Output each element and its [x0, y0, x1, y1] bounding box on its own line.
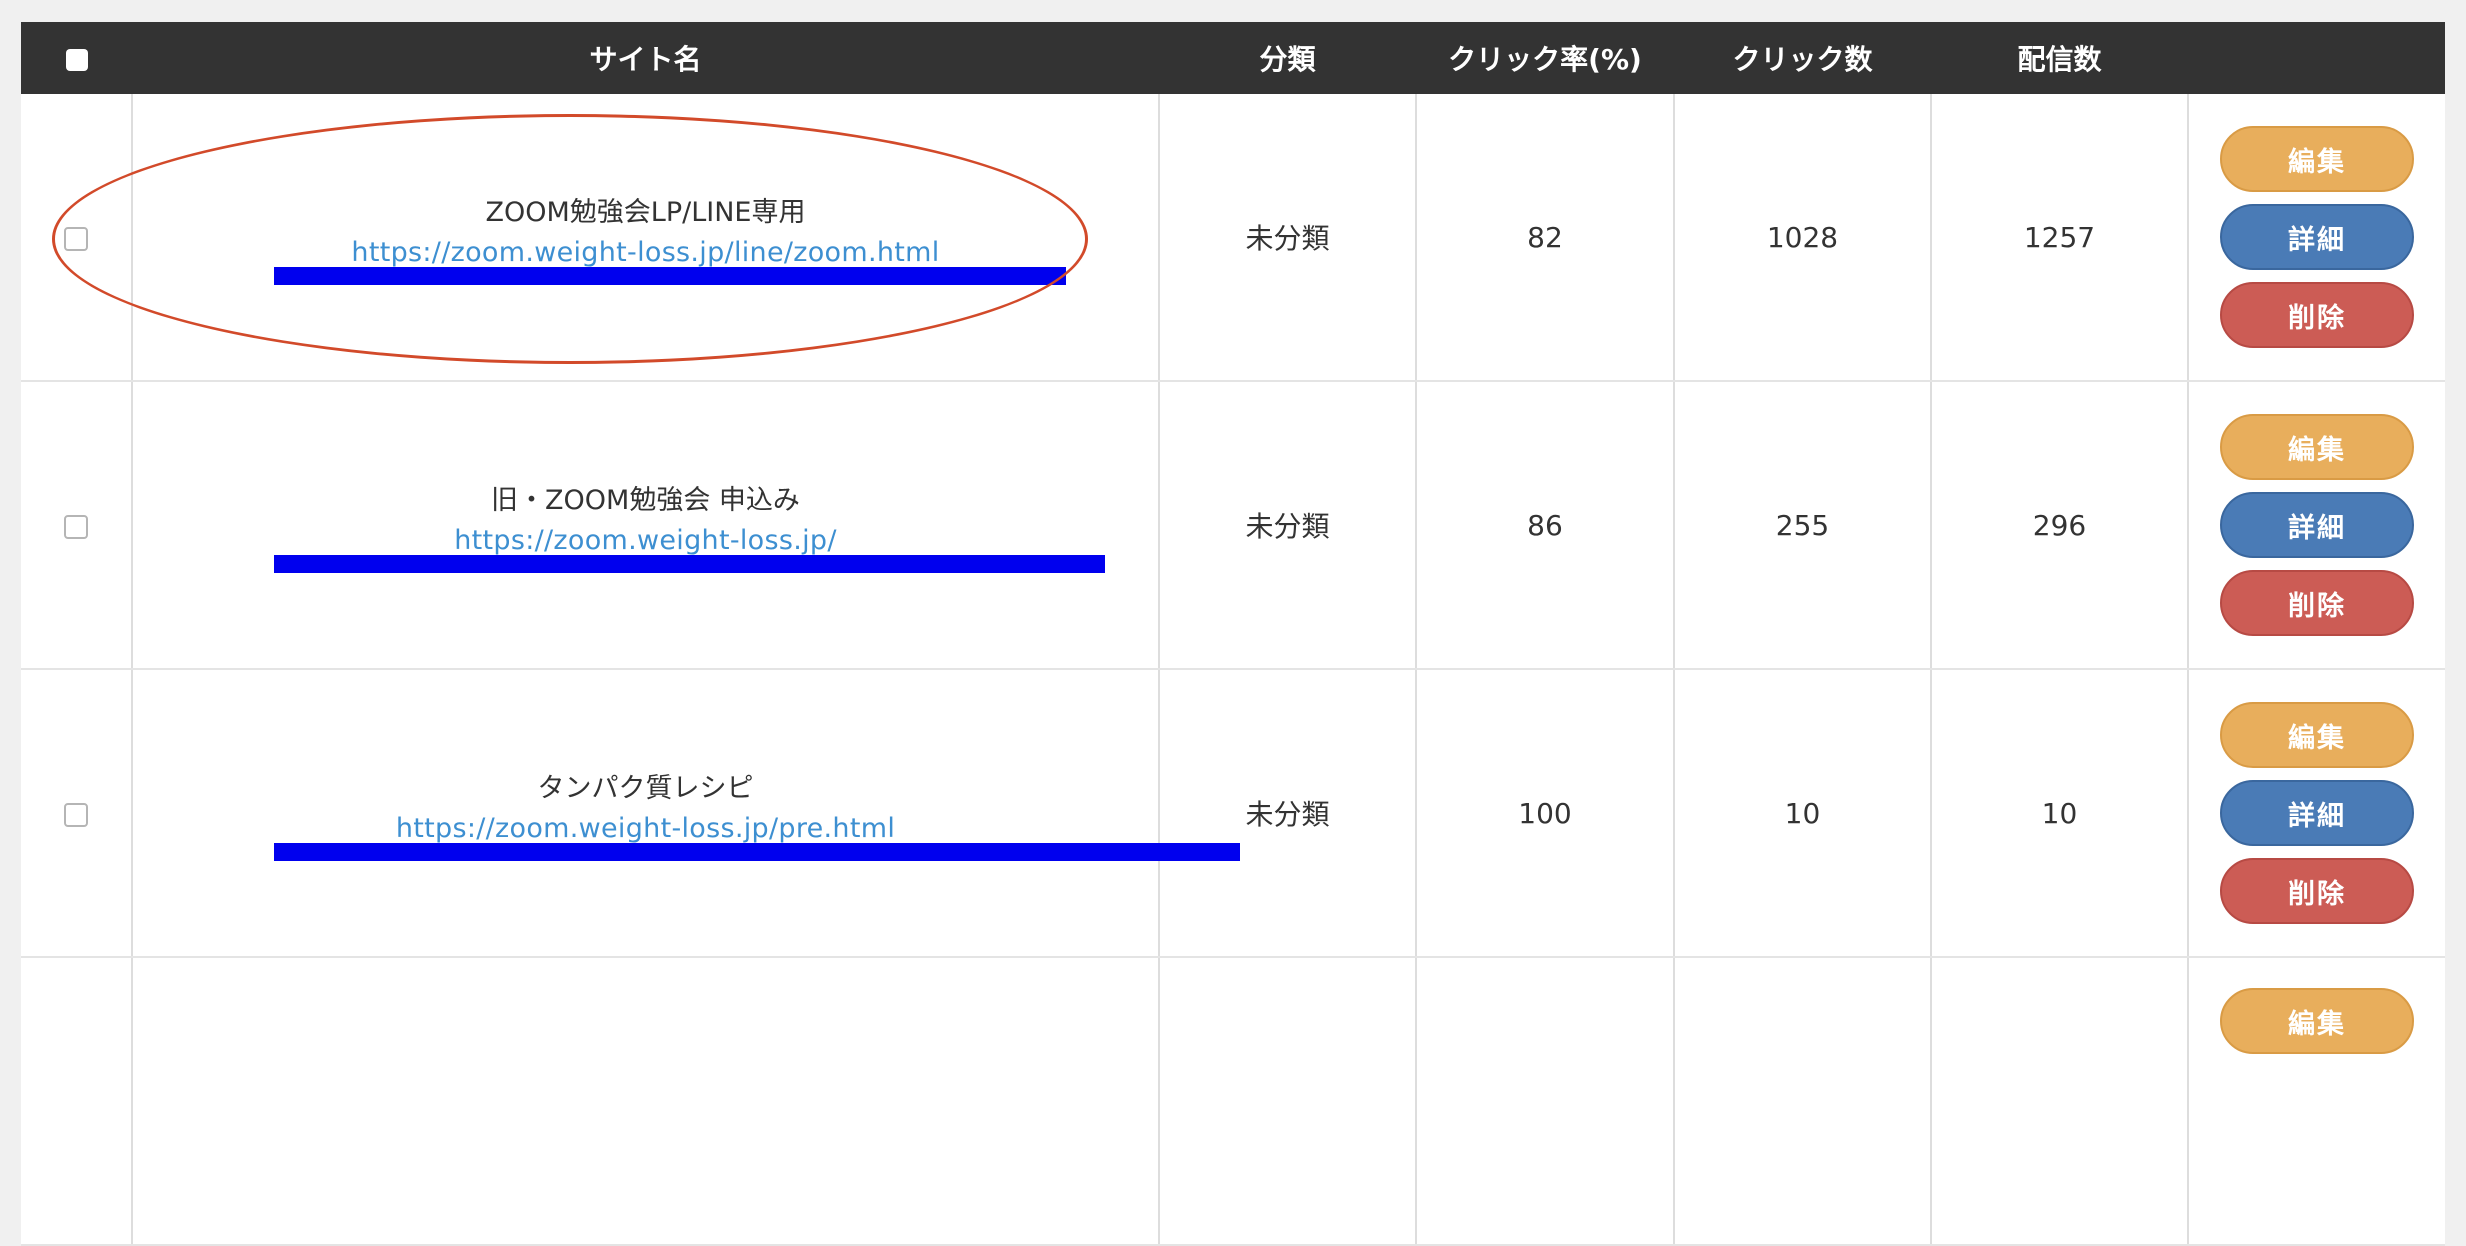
click-rate-cell [1416, 957, 1675, 1246]
table-row: タンパク質レシピ https://zoom.weight-loss.jp/pre… [21, 669, 2445, 958]
redaction-bar [274, 555, 1105, 573]
table-row: 旧・ZOOM勉強会 申込み https://zoom.weight-loss.j… [21, 381, 2445, 670]
site-name: タンパク質レシピ [537, 773, 754, 804]
select-all-checkbox[interactable] [65, 48, 88, 71]
clicks-cell: 255 [1674, 381, 1932, 670]
deliveries-cell: 296 [1931, 381, 2189, 670]
category-cell: 未分類 [1159, 94, 1417, 382]
category-cell: 未分類 [1159, 669, 1417, 958]
table-row: ZOOM勉強会LP/LINE専用 https://zoom.weight-los… [21, 94, 2445, 382]
site-list-table: サイト名 分類 クリック率(%) クリック数 配信数 ZOOM勉強会LP/LIN… [21, 22, 2445, 1246]
detail-button[interactable]: 詳細 [2220, 492, 2414, 558]
deliveries-cell: 1257 [1931, 94, 2189, 382]
clicks-cell: 1028 [1674, 94, 1932, 382]
row-checkbox[interactable] [64, 226, 88, 251]
header-select-all [21, 22, 132, 94]
redaction-bar [274, 267, 1066, 285]
detail-button[interactable]: 詳細 [2220, 204, 2414, 270]
site-name: 旧・ZOOM勉強会 申込み [491, 485, 800, 516]
click-rate-cell: 86 [1416, 381, 1675, 670]
delete-button[interactable]: 削除 [2220, 858, 2414, 924]
page-frame: サイト名 分類 クリック率(%) クリック数 配信数 ZOOM勉強会LP/LIN… [0, 0, 2466, 1246]
site-name: ZOOM勉強会LP/LINE専用 [485, 197, 806, 228]
site-name-cell: ZOOM勉強会LP/LINE専用 https://zoom.weight-los… [132, 94, 1160, 382]
row-select-cell [21, 381, 133, 670]
edit-button[interactable]: 編集 [2220, 126, 2414, 192]
detail-button[interactable]: 詳細 [2220, 780, 2414, 846]
site-url-link[interactable]: https://zoom.weight-loss.jp/ [133, 525, 1158, 556]
actions-cell: 編集 詳細 削除 [2188, 381, 2445, 670]
actions-cell: 編集 詳細 削除 [2188, 669, 2445, 958]
table-row: 編集 [21, 957, 2445, 1246]
clicks-cell: 10 [1674, 669, 1932, 958]
actions-cell: 編集 詳細 削除 [2188, 94, 2445, 382]
actions-cell: 編集 [2188, 957, 2445, 1246]
edit-button[interactable]: 編集 [2220, 988, 2414, 1054]
site-url-link[interactable]: https://zoom.weight-loss.jp/line/zoom.ht… [133, 237, 1158, 268]
row-checkbox[interactable] [64, 514, 88, 539]
redaction-bar [274, 843, 1240, 861]
click-rate-cell: 82 [1416, 94, 1675, 382]
header-actions [2188, 22, 2445, 94]
header-click-rate[interactable]: クリック率(%) [1416, 22, 1674, 94]
table-header: サイト名 分類 クリック率(%) クリック数 配信数 [21, 22, 2445, 94]
deliveries-cell: 10 [1931, 669, 2189, 958]
click-rate-cell: 100 [1416, 669, 1675, 958]
row-select-cell [21, 957, 133, 1246]
clicks-cell [1674, 957, 1932, 1246]
site-url-link[interactable]: https://zoom.weight-loss.jp/pre.html [133, 813, 1158, 844]
category-cell: 未分類 [1159, 381, 1417, 670]
row-select-cell [21, 669, 133, 958]
deliveries-cell [1931, 957, 2189, 1246]
header-deliveries[interactable]: 配信数 [1931, 22, 2188, 94]
header-category[interactable]: 分類 [1159, 22, 1416, 94]
site-name-cell [132, 957, 1160, 1246]
row-select-cell [21, 94, 133, 382]
delete-button[interactable]: 削除 [2220, 570, 2414, 636]
category-cell [1159, 957, 1417, 1246]
edit-button[interactable]: 編集 [2220, 702, 2414, 768]
row-checkbox[interactable] [64, 802, 88, 827]
edit-button[interactable]: 編集 [2220, 414, 2414, 480]
delete-button[interactable]: 削除 [2220, 282, 2414, 348]
header-site-name[interactable]: サイト名 [132, 22, 1159, 94]
site-name-cell: 旧・ZOOM勉強会 申込み https://zoom.weight-loss.j… [132, 381, 1160, 670]
header-clicks[interactable]: クリック数 [1674, 22, 1931, 94]
site-name-cell: タンパク質レシピ https://zoom.weight-loss.jp/pre… [132, 669, 1240, 958]
